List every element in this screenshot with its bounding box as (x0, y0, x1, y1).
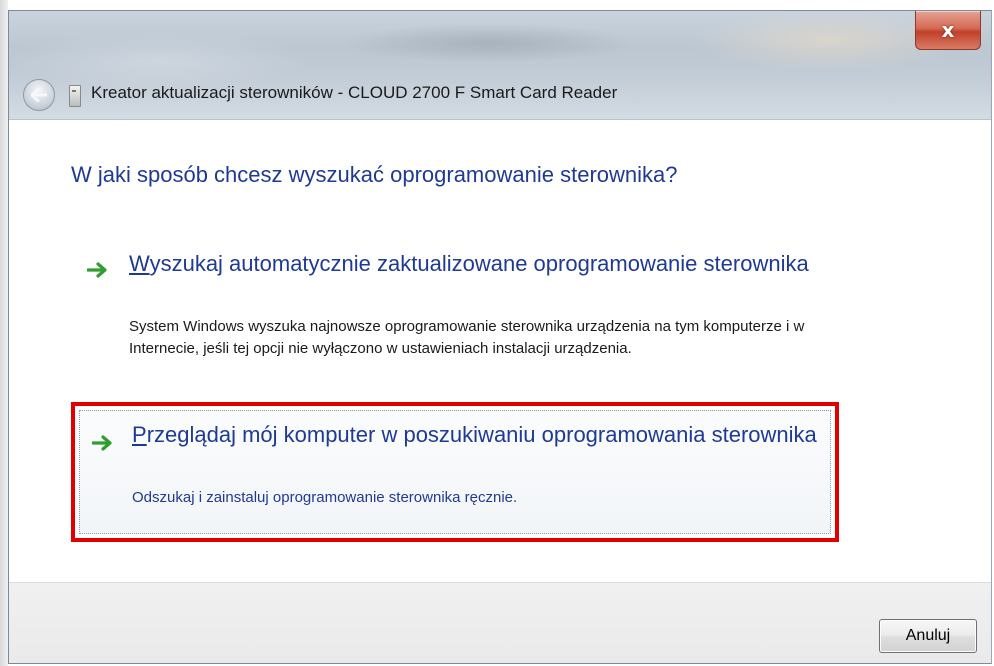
close-button[interactable]: x (915, 11, 981, 50)
wizard-content: W jaki sposób chcesz wyszukać oprogramow… (9, 119, 991, 584)
option-description: Odszukaj i zainstaluj oprogramowanie ste… (132, 489, 518, 506)
back-button[interactable] (23, 79, 55, 111)
green-arrow-icon (87, 262, 107, 278)
option-title[interactable]: Przeglądaj mój komputer w poszukiwaniu o… (132, 419, 822, 450)
option-title-text: rzeglądaj mój komputer w poszukiwaniu op… (146, 422, 817, 447)
option-title[interactable]: Wyszukaj automatycznie zaktualizowane op… (129, 248, 819, 279)
green-arrow-icon (92, 435, 112, 451)
title-bar: x Kreator aktualizacji sterowników - CLO… (9, 11, 991, 119)
option-title-text: yszukaj automatycznie zaktualizowane opr… (149, 251, 809, 276)
wizard-footer: Anuluj (9, 582, 991, 663)
option-description: System Windows wyszuka najnowsze oprogra… (129, 318, 805, 357)
close-icon: x (941, 18, 955, 42)
option-search-automatically[interactable]: Wyszukaj automatycznie zaktualizowane op… (77, 248, 837, 400)
driver-update-wizard-window: x Kreator aktualizacji sterowników - CLO… (8, 10, 992, 664)
cancel-button[interactable]: Anuluj (879, 619, 977, 653)
background-edge (0, 0, 8, 666)
smart-card-reader-icon (69, 85, 81, 107)
window-title: Kreator aktualizacji sterowników - CLOUD… (91, 83, 618, 102)
option-title-accesskey: P (132, 422, 147, 447)
option-focus-area[interactable]: Przeglądaj mój komputer w poszukiwaniu o… (79, 410, 831, 534)
back-arrow-icon (31, 88, 47, 102)
option-browse-computer[interactable]: Przeglądaj mój komputer w poszukiwaniu o… (71, 402, 839, 542)
option-title-accesskey: W (129, 251, 150, 276)
page-heading: W jaki sposób chcesz wyszukać oprogramow… (71, 162, 678, 187)
